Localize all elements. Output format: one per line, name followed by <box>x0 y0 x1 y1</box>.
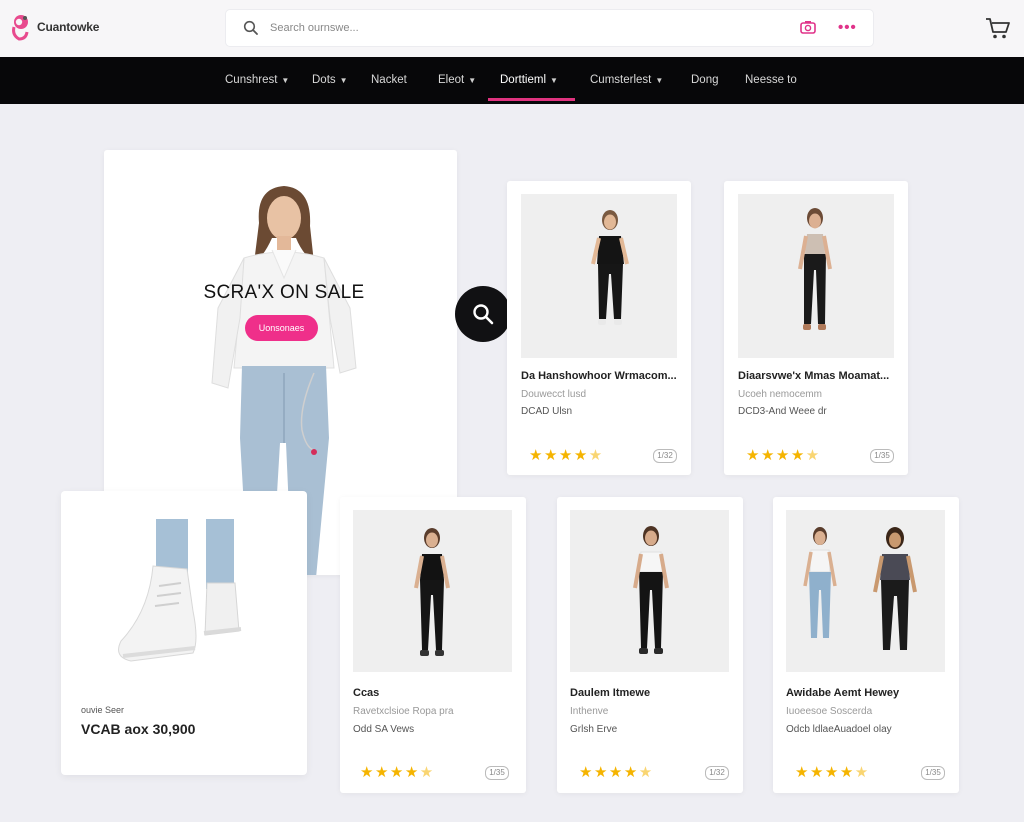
nav-item-dong[interactable]: Dong <box>691 57 719 104</box>
brand-name: Cuantowke <box>37 20 100 34</box>
product-card[interactable]: Ccas Ravetxclsioe Ropa pra Odd SA Vews ★… <box>340 497 526 793</box>
product-card[interactable]: Da Hanshowhoor Wrmacom... Douwecct lusd … <box>507 181 691 475</box>
product-name[interactable]: Awidabe Aemt Hewey <box>786 687 899 699</box>
nav-item-neesse-to[interactable]: Neesse to <box>745 57 797 104</box>
product-image <box>738 194 894 358</box>
product-subtitle: Ravetxclsioe Ropa pra <box>353 706 454 717</box>
product-name[interactable]: Ccas <box>353 687 379 699</box>
product-image <box>521 194 677 358</box>
chevron-down-icon: ▼ <box>655 76 664 85</box>
review-count-badge: 1/32 <box>705 766 729 780</box>
model-figure <box>633 526 669 654</box>
zoom-button[interactable] <box>455 286 511 342</box>
product-price: DCD3-And Weee dr <box>738 406 827 417</box>
nav-item-cumsterlest[interactable]: Cumsterlest ▼ <box>590 57 663 104</box>
product-card[interactable]: Daulem Itmewe Inthenve Grlsh Erve ★★★★★ … <box>557 497 743 793</box>
camera-icon[interactable] <box>799 19 817 36</box>
review-count-badge: 1/35 <box>921 766 945 780</box>
promo-kicker: ouvie Seer <box>81 705 125 715</box>
nav-item-dots[interactable]: Dots ▼ <box>312 57 348 104</box>
more-options-icon[interactable]: ••• <box>838 19 856 37</box>
product-subtitle: Ucoeh nemocemm <box>738 389 822 400</box>
product-name[interactable]: Da Hanshowhoor Wrmacom... <box>521 370 677 382</box>
chevron-down-icon: ▼ <box>468 76 477 85</box>
model-figure <box>414 528 450 656</box>
product-price: Odd SA Vews <box>353 724 415 735</box>
chevron-down-icon: ▼ <box>281 76 290 85</box>
nav-item-eleot[interactable]: Eleot ▼ <box>438 57 476 104</box>
chevron-down-icon: ▼ <box>550 76 558 85</box>
hero-title: SCRA'X ON SALE <box>203 282 365 303</box>
search-icon[interactable] <box>243 20 259 36</box>
shoe-promo-card[interactable]: ouvie Seer VCAB aox 30,900 <box>61 491 307 775</box>
review-count-badge: 1/35 <box>870 449 894 463</box>
star-rating: ★★★★★ <box>746 447 821 464</box>
active-nav-indicator <box>488 98 575 101</box>
nav-item-cunshrest[interactable]: Cunshrest ▼ <box>225 57 289 104</box>
nav-item-nacket[interactable]: Nacket <box>371 57 407 104</box>
sneaker-image <box>118 519 242 662</box>
chevron-down-icon: ▼ <box>339 76 348 85</box>
model-figures-pair <box>803 527 917 650</box>
logo-icon <box>10 13 32 41</box>
cart-icon[interactable] <box>984 14 1012 42</box>
product-subtitle: Douwecct lusd <box>521 389 587 400</box>
model-figure <box>591 210 629 325</box>
product-price: Odcb ldlaeAuadoel olay <box>786 724 892 735</box>
magnifier-icon <box>473 304 494 325</box>
star-rating: ★★★★★ <box>795 764 870 781</box>
search-input[interactable] <box>270 19 790 37</box>
nav-item-dorttieml[interactable]: Dorttieml ▼ <box>500 57 558 104</box>
top-header: Cuantowke ••• <box>0 0 1024 57</box>
promo-value: VCAB aox 30,900 <box>81 721 196 737</box>
product-image <box>786 510 945 672</box>
review-count-badge: 1/35 <box>485 766 509 780</box>
product-card[interactable]: Awidabe Aemt Hewey Iuoeesoe Soscerda Odc… <box>773 497 959 793</box>
product-subtitle: Inthenve <box>570 706 609 717</box>
product-price: DCAD Ulsn <box>521 406 573 417</box>
product-card[interactable]: Diaarsvwe'x Mmas Moamat... Ucoeh nemocem… <box>724 181 908 475</box>
review-count-badge: 1/32 <box>653 449 677 463</box>
star-rating: ★★★★★ <box>579 764 654 781</box>
brand-logo[interactable]: Cuantowke <box>10 13 99 41</box>
main-nav: Cunshrest ▼ Dots ▼ Nacket Eleot ▼ Dorttieml… <box>0 57 1024 104</box>
hero-shop-button[interactable]: Uonsonaes <box>245 315 318 341</box>
product-name[interactable]: Diaarsvwe'x Mmas Moamat... <box>738 370 889 382</box>
product-price: Grlsh Erve <box>570 724 618 735</box>
star-rating: ★★★★★ <box>529 447 604 464</box>
model-figure <box>798 208 832 330</box>
product-subtitle: Iuoeesoe Soscerda <box>786 706 873 717</box>
product-image <box>353 510 512 672</box>
product-image <box>570 510 729 672</box>
product-name[interactable]: Daulem Itmewe <box>570 687 650 699</box>
search-bar <box>226 10 873 46</box>
star-rating: ★★★★★ <box>360 764 435 781</box>
